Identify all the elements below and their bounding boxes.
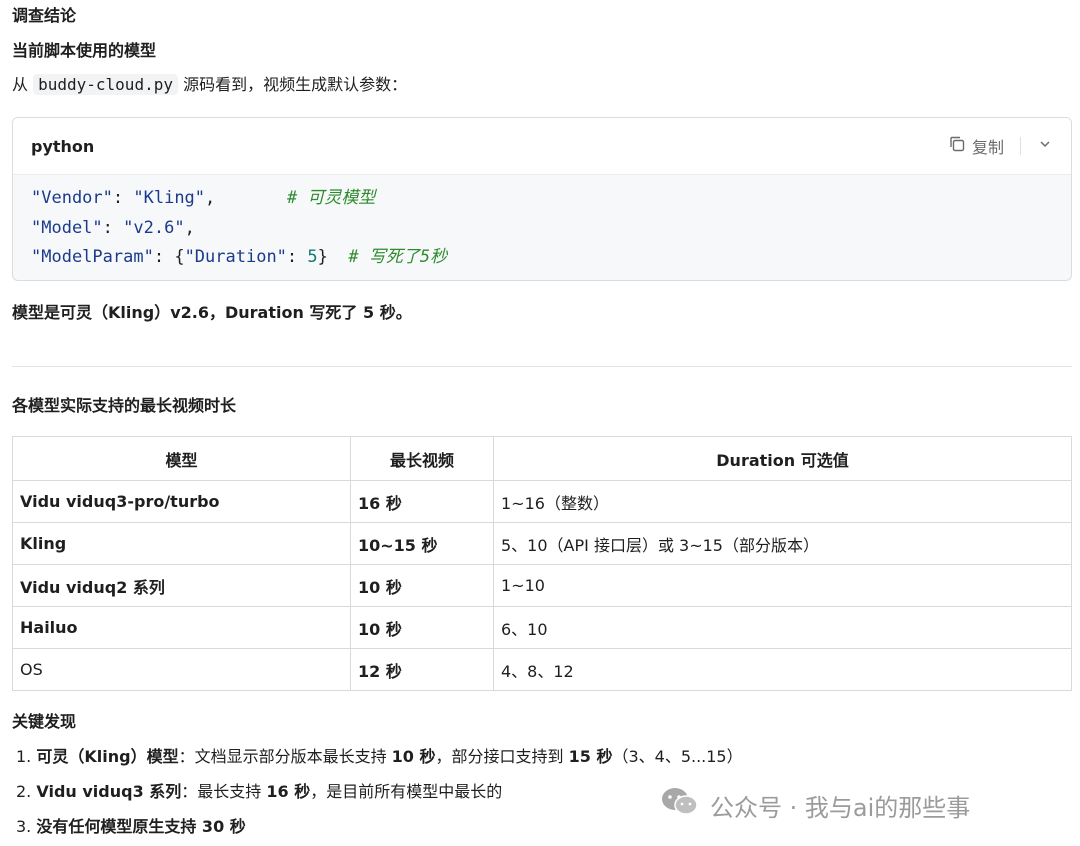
list-item: 3. 没有任何模型原生支持 30 秒: [16, 817, 246, 836]
wechat-icon: [660, 786, 700, 824]
column-header: 最长视频: [350, 436, 494, 481]
table-cell-model: Kling: [12, 522, 351, 565]
watermark: 公众号 · 我与ai的那些事: [660, 786, 970, 824]
divider: [12, 366, 1072, 367]
code-body: "Vendor": "Kling", # 可灵模型 "Model": "v2.6"…: [13, 175, 1071, 273]
table-cell-model: OS: [12, 648, 351, 691]
code-comment: # 可灵模型: [286, 188, 376, 208]
code-block-header: python 复制: [13, 118, 1071, 175]
code-language: python: [31, 136, 95, 156]
heading-conclusion: 调查结论: [12, 6, 77, 25]
table-cell-values: 1~10: [493, 564, 1072, 607]
code-key: "Model": [31, 217, 103, 238]
code-inner-key: "Duration": [184, 247, 287, 267]
toolbar-divider: [1020, 137, 1021, 155]
intro-suffix: 源码看到，视频生成默认参数：: [183, 75, 408, 94]
code-value: "Kling": [133, 188, 206, 208]
column-header: Duration 可选值: [493, 436, 1072, 481]
code-key: "ModelParam": [31, 247, 154, 267]
code-toolbar: 复制: [948, 134, 1053, 158]
code-line-1: "Vendor": "Kling", # 可灵模型: [31, 188, 376, 208]
code-comment: # 写死了5秒: [348, 247, 448, 267]
table-cell-max: 10~15 秒: [350, 522, 494, 565]
code-line-3: "ModelParam": {"Duration": 5} # 写死了5秒: [31, 247, 448, 267]
table-cell-max: 10 秒: [350, 606, 494, 649]
table-row: Vidu viduq3-pro/turbo 16 秒 1~16（整数）: [12, 480, 1072, 523]
column-header: 模型: [12, 436, 351, 481]
list-item: 2. Vidu viduq3 系列：最长支持 16 秒，是目前所有模型中最长的: [16, 782, 503, 801]
code-line-2: "Model": "v2.6",: [31, 217, 195, 238]
intro-prefix: 从: [12, 75, 29, 94]
table-row: Vidu viduq2 系列 10 秒 1~10: [12, 564, 1072, 607]
table-cell-values: 6、10: [493, 606, 1072, 649]
table-cell-max: 12 秒: [350, 648, 494, 691]
table-cell-values: 4、8、12: [493, 648, 1072, 691]
table-cell-values: 5、10（API 接口层）或 3~15（部分版本）: [493, 522, 1072, 565]
copy-label: 复制: [971, 138, 1004, 157]
watermark-text: 公众号 · 我与ai的那些事: [710, 793, 971, 822]
collapse-button[interactable]: [1037, 136, 1053, 156]
table-cell-model: Vidu viduq3-pro/turbo: [12, 480, 351, 523]
table-cell-max: 10 秒: [350, 564, 494, 607]
table-cell-max: 16 秒: [350, 480, 494, 523]
table-row: OS 12 秒 4、8、12: [12, 648, 1072, 691]
list-item: 1. 可灵（Kling）模型：文档显示部分版本最长支持 10 秒，部分接口支持到…: [16, 747, 743, 766]
table-row: Hailuo 10 秒 6、10: [12, 606, 1072, 649]
code-key: "Vendor": [31, 188, 113, 208]
table-row: Kling 10~15 秒 5、10（API 接口层）或 3~15（部分版本）: [12, 522, 1072, 565]
table-cell-model: Hailuo: [12, 606, 351, 649]
copy-button[interactable]: 复制: [948, 134, 1004, 158]
code-value: "v2.6": [123, 217, 185, 238]
inline-filename: buddy-cloud.py: [33, 74, 178, 95]
heading-max-duration: 各模型实际支持的最长视频时长: [12, 396, 237, 415]
table-cell-values: 1~16（整数）: [493, 480, 1072, 523]
code-number: 5: [307, 247, 318, 267]
table-cell-model: Vidu viduq2 系列: [12, 564, 351, 607]
summary-text: 模型是可灵（Kling）v2.6，Duration 写死了 5 秒。: [12, 303, 412, 322]
table-header-row: 模型 最长视频 Duration 可选值: [12, 436, 1072, 481]
intro-paragraph: 从 buddy-cloud.py 源码看到，视频生成默认参数：: [12, 74, 407, 96]
copy-icon: [948, 135, 966, 157]
duration-table: 模型 最长视频 Duration 可选值 Vidu viduq3-pro/tur…: [12, 436, 1072, 691]
heading-findings: 关键发现: [12, 712, 77, 731]
code-block: python 复制 "Vendor": "Kling", # 可灵模型 "Mod…: [12, 117, 1072, 281]
heading-current-model: 当前脚本使用的模型: [12, 41, 157, 60]
chevron-down-icon: [1037, 137, 1053, 156]
